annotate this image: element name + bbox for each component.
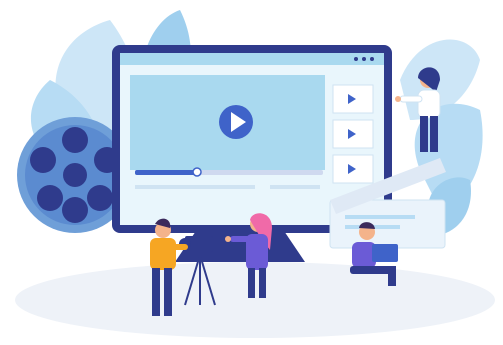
video-production-illustration	[15, 10, 495, 338]
illustration-stage	[0, 0, 503, 345]
caption-line	[270, 185, 320, 189]
thumbnail-list	[332, 84, 374, 184]
progress-fill	[135, 170, 198, 175]
caption-line	[135, 185, 255, 189]
progress-knob[interactable]	[192, 167, 202, 177]
laptop-icon	[372, 244, 398, 262]
screen-topbar	[120, 53, 384, 65]
